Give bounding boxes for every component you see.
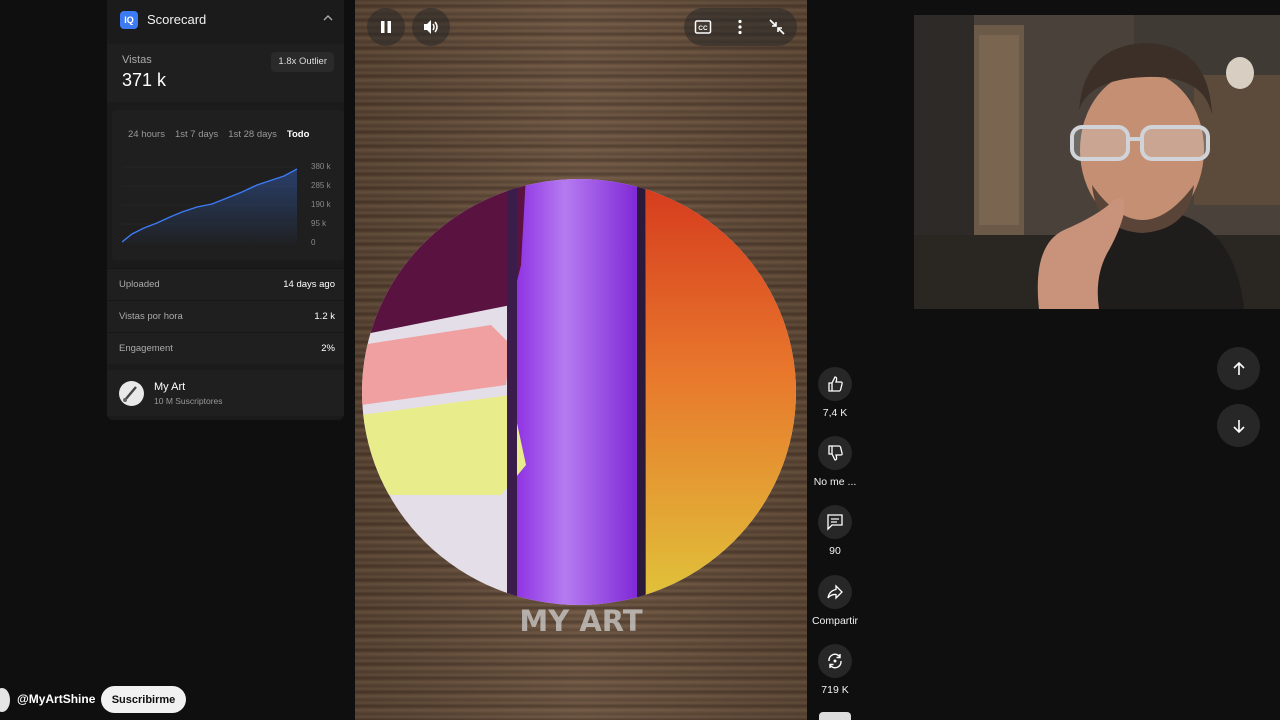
views-value: 371 k [122, 70, 167, 90]
arrow-down-icon [1232, 419, 1245, 433]
captions-icon[interactable]: CC [694, 18, 712, 36]
stat-value: 1.2 k [314, 311, 335, 322]
share-icon [827, 584, 843, 600]
stat-label: Engagement [119, 343, 173, 354]
video-player[interactable]: MY ART CC [355, 0, 807, 720]
stat-label: Vistas por hora [119, 311, 183, 322]
tab-first-7-days[interactable]: 1st 7 days [175, 129, 218, 140]
stat-label: Uploaded [119, 279, 160, 290]
channel-name: My Art [154, 381, 186, 393]
scorecard-logo: IQ [120, 11, 138, 29]
like-count: 7,4 K [822, 407, 848, 419]
channel-avatar [119, 381, 144, 406]
dislike-action[interactable]: No me ... [809, 436, 861, 488]
y-tick: 0 [311, 238, 316, 247]
pause-icon [381, 21, 391, 33]
thumbs-down-icon [828, 445, 843, 461]
stat-views-per-hour: Vistas por hora 1.2 k [107, 300, 344, 332]
tab-24-hours[interactable]: 24 hours [128, 129, 165, 140]
tab-all[interactable]: Todo [287, 129, 310, 140]
scorecard-panel: IQ Scorecard Vistas 371 k 1.8x Outlier 2… [107, 0, 344, 420]
remix-icon [828, 653, 842, 669]
comment-icon [827, 514, 843, 531]
svg-text:CC: CC [698, 25, 708, 32]
dislike-button[interactable] [818, 436, 852, 470]
volume-button[interactable] [412, 8, 450, 46]
share-action[interactable]: Compartir [809, 575, 861, 627]
like-button[interactable] [818, 367, 852, 401]
stats-list: Uploaded 14 days ago Vistas por hora 1.2… [107, 268, 344, 364]
remix-count: 719 K [821, 684, 849, 696]
stat-engagement: Engagement 2% [107, 332, 344, 364]
y-tick: 380 k [311, 162, 331, 171]
scorecard-channel[interactable]: My Art 10 M Suscriptores [107, 370, 344, 416]
channel-subscribers: 10 M Suscriptores [154, 396, 223, 406]
dislike-label: No me ... [813, 476, 857, 488]
painted-disc [362, 179, 796, 605]
y-axis-ticks: 380 k 285 k 190 k 95 k 0 [311, 162, 331, 257]
channel-footer-avatar[interactable] [0, 688, 10, 712]
scorecard-title: Scorecard [147, 12, 207, 27]
tab-first-28-days[interactable]: 1st 28 days [228, 129, 277, 140]
sound-thumbnail[interactable] [819, 712, 851, 720]
time-range-tabs: 24 hours 1st 7 days 1st 28 days Todo [128, 129, 319, 140]
views-chart-card: 24 hours 1st 7 days 1st 28 days Todo 380… [112, 110, 344, 260]
stat-value: 14 days ago [283, 279, 335, 290]
pause-button[interactable] [367, 8, 405, 46]
chevron-up-icon[interactable] [322, 12, 334, 24]
subscribe-button[interactable]: Suscribirme [101, 686, 186, 713]
stat-value: 2% [321, 343, 335, 354]
volume-icon [424, 20, 438, 34]
views-label: Vistas [122, 54, 152, 66]
remix-action[interactable]: 719 K [809, 644, 861, 696]
outlier-badge: 1.8x Outlier [271, 52, 334, 72]
arrow-up-icon [1232, 361, 1245, 375]
previous-video-button[interactable] [1217, 347, 1260, 390]
views-sparkline [122, 166, 298, 244]
next-video-button[interactable] [1217, 404, 1260, 447]
remix-button[interactable] [818, 644, 852, 678]
more-icon[interactable] [731, 18, 749, 36]
stat-uploaded: Uploaded 14 days ago [107, 268, 344, 300]
channel-handle[interactable]: @MyArtShine [17, 692, 95, 706]
webcam-overlay [914, 15, 1280, 309]
exit-fullscreen-icon[interactable] [768, 18, 786, 36]
y-tick: 285 k [311, 181, 331, 190]
video-watermark: MY ART [519, 604, 643, 638]
views-card: Vistas 371 k 1.8x Outlier [107, 44, 344, 102]
video-top-controls: CC [684, 8, 797, 46]
comment-count: 90 [829, 545, 841, 557]
comment-button[interactable] [818, 505, 852, 539]
like-action[interactable]: 7,4 K [809, 367, 861, 419]
comment-action[interactable]: 90 [809, 505, 861, 557]
share-button[interactable] [818, 575, 852, 609]
share-label: Compartir [811, 615, 859, 627]
scorecard-header[interactable]: IQ Scorecard [107, 0, 344, 40]
y-tick: 190 k [311, 200, 331, 209]
y-tick: 95 k [311, 219, 327, 228]
webcam-feed [914, 15, 1280, 309]
thumbs-up-icon [828, 376, 843, 392]
